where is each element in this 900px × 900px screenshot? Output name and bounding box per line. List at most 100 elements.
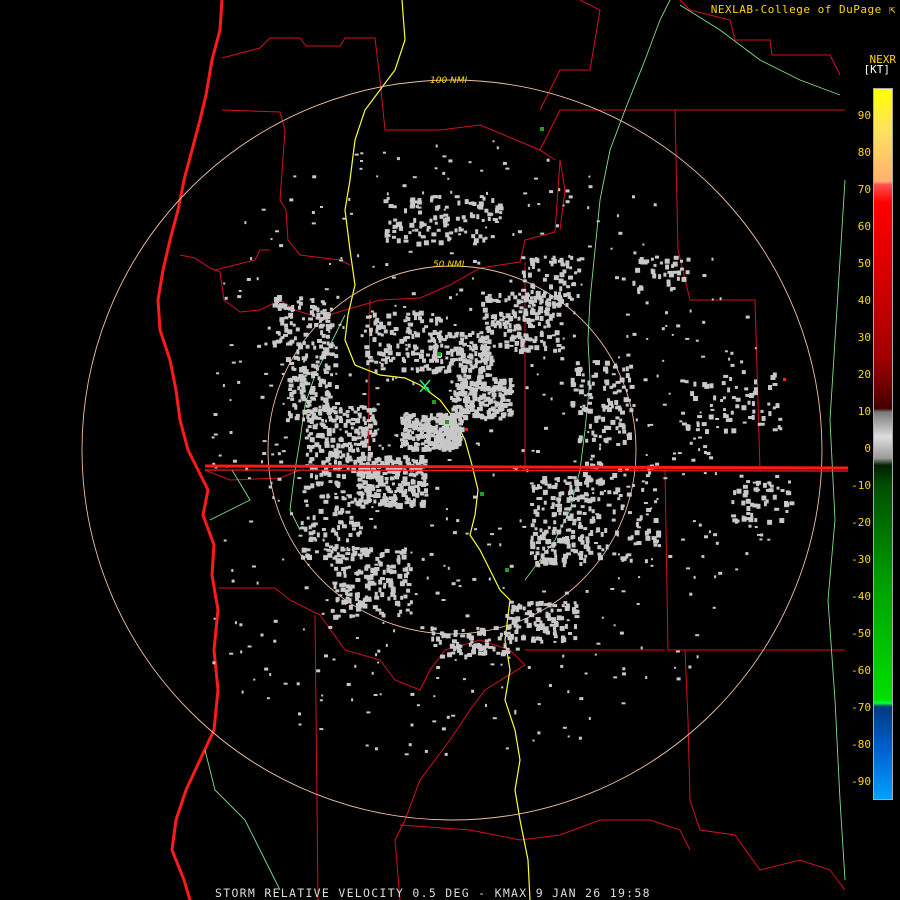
echo-pixel [413, 442, 418, 448]
echo-pixel [459, 391, 464, 395]
echo-pixel [406, 500, 410, 504]
echo-pixel [735, 404, 740, 409]
echo-pixel [402, 442, 408, 447]
echo-pixel [651, 558, 653, 561]
echo-pixel [313, 345, 317, 350]
echo-pixel [622, 439, 627, 445]
echo-pixel [468, 353, 473, 357]
echo-pixel [426, 438, 431, 442]
echo-pixel [706, 452, 711, 455]
echo-pixel [323, 532, 328, 538]
echo-pixel [597, 497, 601, 502]
echo-pixel [312, 515, 316, 521]
echo-pixel [734, 385, 738, 389]
echo-pixel [303, 396, 306, 399]
echo-pixel [387, 596, 391, 601]
echo-pixel [420, 419, 425, 423]
echo-pixel [309, 437, 315, 443]
echo-pixel [464, 335, 468, 340]
echo-pixel [387, 455, 393, 460]
echo-pixel [541, 507, 545, 511]
echo-pixel [528, 324, 533, 328]
echo-pixel [767, 538, 771, 541]
echo-pixel [561, 604, 565, 608]
echo-pixel [343, 413, 346, 416]
echo-pixel [579, 437, 583, 442]
echo-pixel [376, 327, 381, 330]
echo-pixel [524, 612, 528, 616]
echo-pixel [329, 307, 333, 311]
echo-pixel [530, 613, 535, 618]
echo-pixel [546, 323, 551, 328]
echo-pixel [284, 323, 289, 328]
echo-pixel [498, 342, 503, 348]
echo-pixel [360, 451, 365, 456]
echo-pixel [282, 558, 285, 561]
echo-pixel [762, 482, 767, 488]
echo-pixel [776, 486, 780, 490]
unit-label: [KT] [863, 63, 891, 76]
echo-pixel [499, 543, 502, 547]
echo-pixel [412, 413, 416, 418]
echo-pixel [461, 628, 465, 632]
echo-pixel [595, 513, 600, 516]
echo-pixel [410, 479, 416, 485]
echo-pixel [386, 196, 390, 200]
echo-pixel [584, 544, 588, 548]
echo-pixel [322, 302, 327, 306]
echo-pixel [343, 610, 347, 613]
echo-pixel [532, 739, 535, 742]
echo-pixel [395, 352, 401, 357]
echo-pixel [556, 615, 562, 621]
echo-pixel [320, 206, 323, 208]
echo-pixel [570, 255, 574, 260]
echo-pixel [598, 435, 602, 439]
echo-pixel [568, 254, 571, 258]
echo-pixel [502, 396, 506, 401]
echo-pixel [615, 276, 619, 280]
echo-pixel [377, 560, 381, 564]
echo-pixel [490, 329, 495, 335]
echo-pixel [535, 295, 540, 300]
echo-pixel [625, 313, 630, 316]
echo-pixel [544, 603, 550, 607]
product-footer: STORM RELATIVE VELOCITY 0.5 DEG - KMAX 9… [215, 886, 651, 900]
echo-pixel [405, 608, 410, 612]
echo-pixel [542, 590, 547, 593]
echo-pixel [547, 545, 552, 548]
echo-pixel [415, 332, 420, 338]
echo-pixel [366, 484, 371, 488]
echo-pixel [605, 382, 610, 386]
echo-pixel [436, 228, 441, 232]
echo-pixel [492, 140, 495, 143]
coastline [156, 0, 224, 900]
echo-pixel [400, 438, 404, 442]
echo-pixel [508, 316, 514, 321]
radial-artifact [204, 464, 849, 470]
echo-pixel [443, 213, 449, 217]
echo-pixel [333, 584, 337, 590]
echo-pixel [481, 381, 487, 387]
echo-pixel [734, 519, 740, 523]
echo-pixel [566, 264, 569, 269]
echo-pixel [480, 169, 484, 172]
echo-pixel [373, 421, 378, 426]
echo-pixel [759, 538, 763, 541]
echo-pixel [325, 542, 330, 547]
echo-pixel [445, 517, 448, 521]
echo-pixel [469, 400, 475, 404]
echo-pixel [509, 564, 514, 568]
echo-pixel [512, 335, 517, 340]
echo-pixel [420, 235, 425, 239]
echo-pixel [411, 350, 415, 356]
echo-pixel [556, 530, 561, 535]
echo-pixel [574, 615, 580, 619]
echo-pixel [296, 349, 300, 355]
range-ring-label-50: 50 NMI [433, 260, 465, 270]
echo-pixel [397, 613, 401, 618]
echo-pixel [748, 517, 754, 523]
echo-pixel [531, 638, 536, 643]
echo-pixel [534, 527, 538, 531]
echo-pixel [622, 429, 627, 434]
echo-pixel [380, 363, 384, 367]
